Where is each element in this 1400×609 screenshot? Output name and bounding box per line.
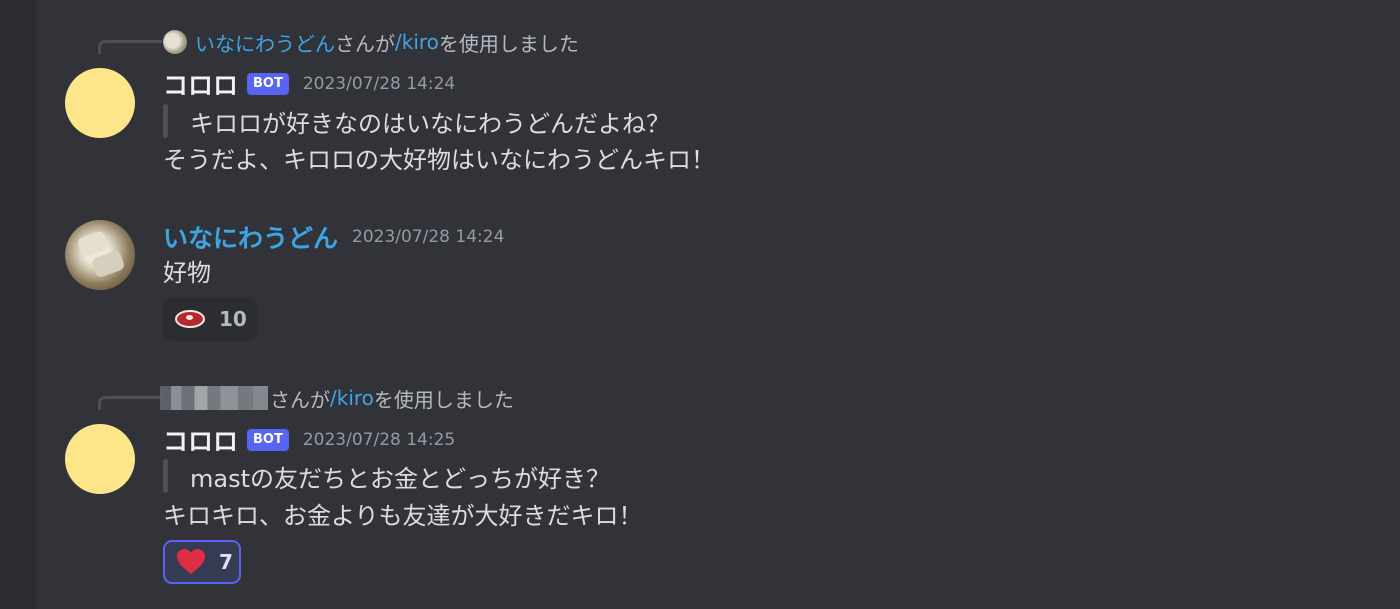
server-sidebar-edge (0, 0, 36, 609)
usage-command[interactable]: /kiro (330, 386, 374, 410)
bot-badge: BOT (247, 429, 289, 451)
message-header: いなにわうどん 2023/07/28 14:24 (163, 219, 504, 255)
bot-avatar[interactable] (65, 424, 135, 494)
quoted-prompt: キロロが好きなのはいなにわうどんだよね？ (163, 101, 670, 141)
user-avatar[interactable] (65, 220, 135, 290)
quote-bar (163, 459, 168, 493)
blurred-username[interactable] (160, 386, 268, 410)
reaction-count: 7 (219, 550, 233, 574)
quote-text: mastの友だちとお金とどっちが好き？ (190, 464, 610, 493)
reaction-button[interactable]: 10 (163, 297, 257, 341)
reaction-count: 10 (219, 307, 247, 331)
author-name[interactable]: コロロ (163, 422, 238, 458)
usage-suffix-text: を使用しました (438, 31, 579, 56)
author-name[interactable]: コロロ (163, 66, 238, 102)
timestamp[interactable]: 2023/07/28 14:24 (352, 227, 504, 247)
message-header: コロロ BOT 2023/07/28 14:24 (163, 66, 455, 102)
message-header: コロロ BOT 2023/07/28 14:25 (163, 422, 455, 458)
message-text: そうだよ、キロロの大好物はいなにわうどんキロ！ (163, 146, 715, 174)
quoted-prompt: mastの友だちとお金とどっちが好き？ (163, 456, 610, 496)
bot-badge: BOT (247, 73, 289, 95)
usage-middle-text: さんが (270, 387, 330, 412)
timestamp[interactable]: 2023/07/28 14:25 (303, 430, 455, 450)
author-name[interactable]: いなにわうどん (163, 219, 338, 255)
user-mini-avatar[interactable] (163, 30, 187, 54)
timestamp[interactable]: 2023/07/28 14:24 (303, 74, 455, 94)
reply-connector (98, 40, 162, 54)
usage-middle-text: さんが (335, 31, 395, 56)
usage-command[interactable]: /kiro (395, 30, 439, 54)
reaction-button[interactable]: 7 (163, 540, 241, 584)
heart-icon (177, 549, 205, 575)
command-usage-line: いなにわうどん さんが /kiro を使用しました (163, 27, 579, 57)
quote-bar (163, 104, 168, 138)
bot-avatar[interactable] (65, 68, 135, 138)
quote-text: キロロが好きなのはいなにわうどんだよね？ (190, 109, 670, 138)
usage-username[interactable]: いなにわうどん (195, 28, 335, 57)
avatar-photo-detail (90, 249, 126, 279)
message-text: 好物 (163, 259, 211, 287)
meat-icon (175, 310, 205, 328)
reply-connector (98, 396, 162, 410)
message-text: キロキロ、お金よりも友達が大好きだキロ！ (163, 502, 643, 530)
usage-suffix-text: を使用しました (373, 387, 514, 412)
command-usage-line: さんが /kiro を使用しました (160, 383, 514, 413)
